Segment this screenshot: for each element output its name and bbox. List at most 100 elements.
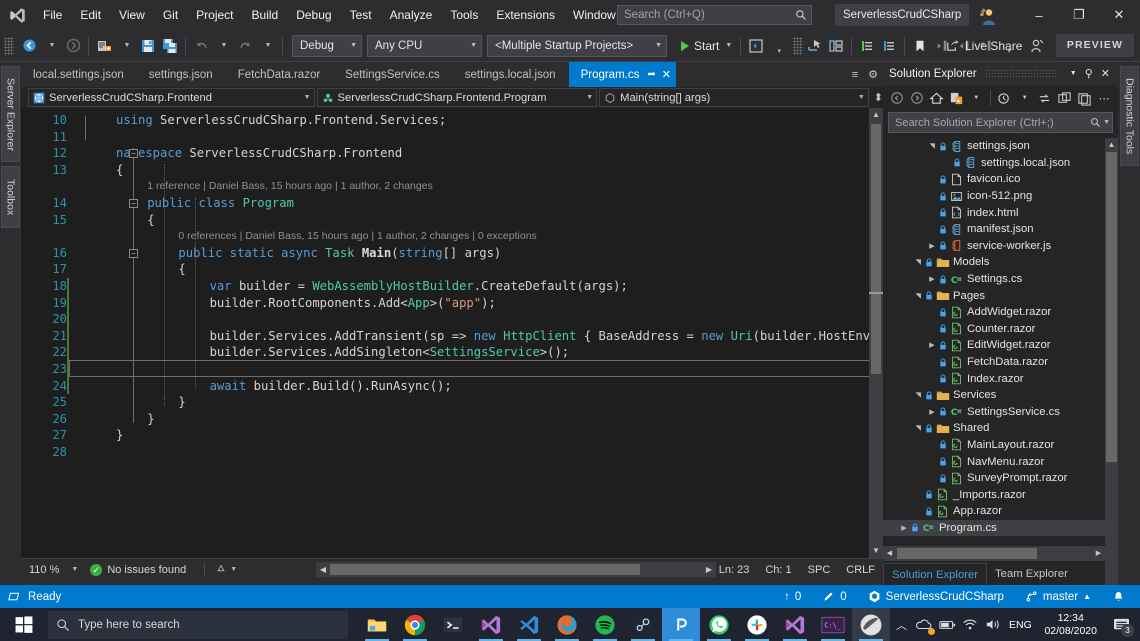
menu-build[interactable]: Build	[243, 0, 288, 30]
solution-tree-node-fetchdata-razor[interactable]: FetchData.razor	[883, 354, 1118, 371]
notifications-button[interactable]	[1105, 585, 1132, 608]
split-editor-icon[interactable]: ⬍	[874, 91, 883, 104]
taskbar-app-vs-code[interactable]	[510, 608, 548, 641]
expanded-chevron-icon[interactable]: ◢	[914, 421, 922, 435]
code-text[interactable]: namespace ServerlessCrudCSharp.Frontend	[116, 145, 402, 162]
menu-tools[interactable]: Tools	[441, 0, 487, 30]
solution-platform-combo[interactable]: Any CPU ▼	[367, 34, 482, 57]
solution-tree-node-favicon-ico[interactable]: favicon.ico	[883, 171, 1118, 188]
code-text[interactable]: builder.Services.AddSingleton<SettingsSe…	[210, 344, 570, 361]
code-text[interactable]: {	[147, 212, 154, 229]
editor-horizontal-scrollbar[interactable]: ◀ ▶	[316, 562, 716, 577]
sidebar-tab-diagnostic-tools[interactable]: Diagnostic Tools	[1120, 66, 1139, 166]
solution-tree-node-service-worker-js[interactable]: ▶ service-worker.js	[883, 238, 1118, 255]
live-visual-tree-icon[interactable]	[825, 34, 847, 58]
menu-analyze[interactable]: Analyze	[381, 0, 442, 30]
collapsed-chevron-icon[interactable]: ▶	[897, 524, 911, 532]
collapsed-chevron-icon[interactable]: ▶	[925, 341, 939, 349]
redo-dropdown-icon[interactable]: ▼	[256, 34, 278, 58]
tab-local-settings-json[interactable]: local.settings.json	[21, 62, 137, 87]
unpushed-commits-indicator[interactable]: ↑ 0	[777, 585, 808, 608]
search-options-icon[interactable]: ▼	[1103, 119, 1110, 126]
tab-team-explorer[interactable]: Team Explorer	[987, 563, 1076, 585]
collapsed-chevron-icon[interactable]: ▶	[925, 408, 939, 416]
taskbar-app-file-explorer[interactable]	[358, 608, 396, 641]
undo-icon[interactable]	[190, 34, 212, 58]
code-text[interactable]: var builder = WebAssemblyHostBuilder.Cre…	[210, 278, 628, 295]
solution-explorer-search[interactable]: ▼	[888, 112, 1113, 133]
solution-tree-node-counter-razor[interactable]: Counter.razor	[883, 321, 1118, 338]
quick-search-box[interactable]	[617, 5, 812, 25]
solution-tree-node-addwidget-razor[interactable]: AddWidget.razor	[883, 304, 1118, 321]
collapse-region-icon[interactable]: −	[129, 248, 138, 258]
solution-tree-node-imports-razor[interactable]: _Imports.razor	[883, 486, 1118, 503]
code-text[interactable]: {	[178, 261, 185, 278]
close-tab-icon[interactable]: ✕	[662, 68, 671, 81]
expanded-chevron-icon[interactable]: ◢	[914, 255, 922, 269]
solution-tree-node-services[interactable]: ◢ Services	[883, 387, 1118, 404]
wifi-icon[interactable]	[959, 608, 981, 641]
solution-tree-node-index-razor[interactable]: Index.razor	[883, 370, 1118, 387]
close-button[interactable]: ✕	[1099, 0, 1139, 30]
taskbar-app-azure-data-studio[interactable]	[852, 608, 890, 641]
menu-extensions[interactable]: Extensions	[487, 0, 564, 30]
code-text[interactable]: await builder.Build().RunAsync();	[210, 378, 452, 395]
navigate-forward-icon[interactable]	[62, 34, 84, 58]
code-line[interactable]: 27}	[21, 427, 883, 444]
main-menu[interactable]: File Edit View Git Project Build Debug T…	[34, 0, 667, 30]
solution-tree-node-settings-json[interactable]: ◢ settings.json	[883, 138, 1118, 155]
hscroll-thumb[interactable]	[330, 564, 640, 575]
solution-tree-node-models[interactable]: ◢ Models	[883, 254, 1118, 271]
collapse-region-icon[interactable]: −	[129, 149, 138, 159]
se-hscroll-right-icon[interactable]: ▶	[1092, 546, 1105, 561]
code-line[interactable]: 20	[21, 311, 883, 328]
code-line[interactable]: 26}	[21, 411, 883, 428]
pin-panel-icon[interactable]: ⚲	[1081, 67, 1097, 80]
tab-fetchdata-razor[interactable]: FetchData.razor	[225, 62, 334, 87]
toolbar-overflow-icon-se[interactable]: ⋯	[1095, 88, 1113, 108]
zoom-level-selector[interactable]: 110 % ▼	[21, 564, 78, 576]
code-line[interactable]: 15 {	[21, 212, 883, 229]
collapsed-chevron-icon[interactable]: ▶	[925, 242, 939, 250]
indentation-indicator[interactable]: SPC	[808, 564, 831, 576]
navbar-member-combo[interactable]: Main(string[] args) ▼	[599, 88, 869, 107]
solution-explorer-horizontal-scrollbar[interactable]: ◀ ▶	[883, 546, 1105, 561]
collapsed-chevron-icon[interactable]: ▶	[925, 275, 939, 283]
select-element-icon[interactable]	[803, 34, 825, 58]
code-line[interactable]: 18 var builder = WebAssemblyHostBuilder.C…	[21, 278, 883, 295]
code-line[interactable]: 13 {	[21, 162, 883, 179]
new-project-dropdown-icon[interactable]: ▼	[115, 34, 137, 58]
solution-tree[interactable]: ◢ settings.json settings.local.json favicon…	[883, 138, 1118, 598]
panel-drag-handle[interactable]	[984, 68, 1058, 79]
code-text[interactable]: }	[147, 411, 154, 428]
editor-vertical-scrollbar[interactable]: ▲ ▼	[869, 108, 883, 558]
repository-indicator[interactable]: ServerlessCrudCSharp	[861, 585, 1011, 608]
menu-git[interactable]: Git	[154, 0, 187, 30]
volume-icon[interactable]	[982, 608, 1004, 641]
scroll-up-arrow-icon[interactable]: ▲	[869, 108, 883, 122]
tab-settings-local-json[interactable]: settings.local.json	[452, 62, 569, 87]
tab-options-icon[interactable]: ⚙	[863, 68, 883, 81]
code-line[interactable]: 11	[21, 129, 883, 146]
solution-tree-node-icon-512-png[interactable]: icon-512.png	[883, 188, 1118, 205]
solution-tree-node-index-html[interactable]: index.html	[883, 204, 1118, 221]
menu-edit[interactable]: Edit	[71, 0, 110, 30]
expanded-chevron-icon[interactable]: ◢	[928, 139, 936, 153]
filter-dropdown-icon-2[interactable]: ▼	[1016, 88, 1034, 108]
code-text[interactable]: public class Program	[147, 195, 294, 212]
code-editor[interactable]: 10 using ServerlessCrudCSharp.Frontend.Se…	[21, 108, 883, 558]
se-scroll-thumb[interactable]	[1106, 152, 1117, 462]
taskbar-search-box[interactable]: Type here to search	[48, 610, 348, 639]
language-indicator[interactable]: ENG	[1005, 608, 1035, 641]
account-avatar[interactable]	[978, 6, 998, 26]
pending-changes-filter-icon[interactable]	[996, 88, 1014, 108]
taskbar-app-firefox[interactable]	[548, 608, 586, 641]
save-all-icon[interactable]	[159, 34, 181, 58]
startup-project-combo[interactable]: <Multiple Startup Projects> ▼	[487, 34, 667, 57]
code-line[interactable]: 21 builder.Services.AddTransient(sp => ne…	[21, 328, 883, 345]
code-line[interactable]: 22 builder.Services.AddSingleton<Settings…	[21, 344, 883, 361]
taskbar-app-postman[interactable]	[662, 608, 700, 641]
issues-indicator[interactable]: ✓ No issues found	[90, 563, 186, 576]
solution-tree-node-navmenu-razor[interactable]: NavMenu.razor	[883, 453, 1118, 470]
taskbar-app-visual-studio-2[interactable]	[776, 608, 814, 641]
